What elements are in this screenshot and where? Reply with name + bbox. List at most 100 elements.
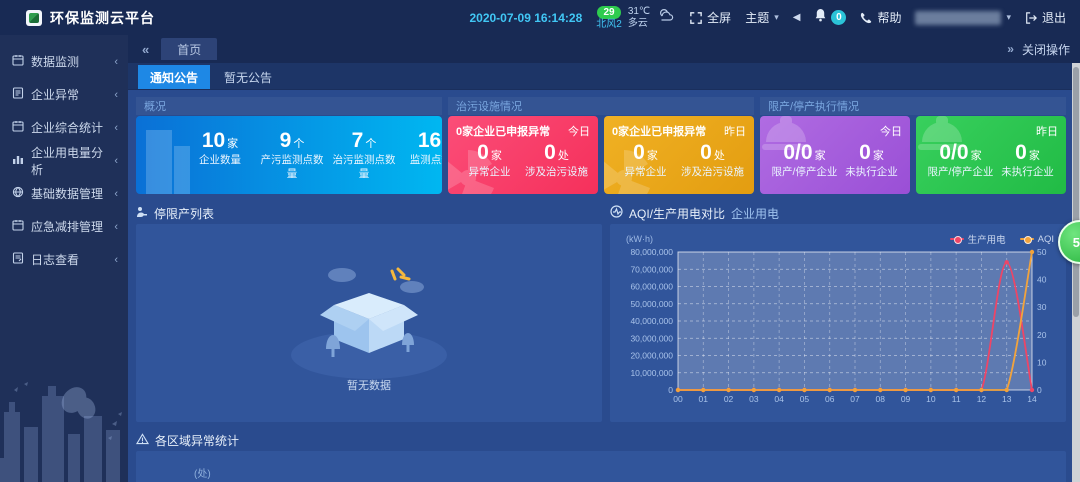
globe-icon: [12, 186, 24, 201]
svg-text:04: 04: [774, 394, 784, 404]
user-menu[interactable]: ▾: [915, 11, 1011, 25]
svg-text:11: 11: [952, 394, 961, 404]
top-header: 环保监测云平台 2020-07-09 16:14:28 29 北风2 31℃ 多…: [0, 0, 1080, 35]
chart-legend: 生产用电 AQI: [950, 232, 1054, 246]
chevron-left-icon: ‹: [114, 221, 118, 233]
svg-text:02: 02: [724, 394, 734, 404]
sidebar: 数据监测‹ 企业异常‹ 企业综合统计‹ 企业用电量分析‹ 基础数据管理‹ 应急减…: [0, 35, 128, 482]
sidebar-item-base-data[interactable]: 基础数据管理‹: [0, 177, 128, 210]
stop-limit-list-body: 暂无数据: [136, 224, 602, 422]
warning-icon: [136, 433, 149, 448]
phone-icon: [860, 12, 872, 24]
chevron-left-icon: ‹: [114, 188, 118, 200]
svg-text:03: 03: [749, 394, 759, 404]
svg-text:06: 06: [825, 394, 835, 404]
logout-icon: [1025, 12, 1037, 24]
empty-text: 暂无数据: [347, 377, 391, 393]
stat-involved-facilities: 0处 涉及治污设施: [523, 141, 590, 179]
tab-no-notice[interactable]: 暂无公告: [212, 65, 284, 89]
svg-text:20: 20: [1037, 330, 1047, 340]
svg-text:40,000,000: 40,000,000: [630, 316, 673, 326]
chevron-left-icon: ‹: [114, 89, 118, 101]
wind-label: 北风2: [596, 19, 622, 30]
stat-limit-stop-enterprises: 0/0家 限产/停产企业: [768, 141, 841, 179]
svg-text:60,000,000: 60,000,000: [630, 282, 673, 292]
collapse-left-icon[interactable]: ◀: [793, 12, 801, 23]
pulse-icon: [610, 205, 623, 221]
chevron-left-icon: ‹: [114, 122, 118, 134]
dashboard-scroll-area: 概况 10家: [128, 90, 1080, 482]
stat-involved-facilities: 0处 涉及治污设施: [679, 141, 746, 179]
aqi-power-chart-panel: AQI/生产用电对比 企业用电 (kW·h) 生产用电: [610, 202, 1066, 422]
help-button[interactable]: 帮助: [860, 9, 901, 26]
chevron-left-icon: ‹: [114, 254, 118, 266]
logo-icon: [26, 10, 42, 26]
svg-text:0: 0: [1037, 385, 1042, 395]
tabs-scroll-right-icon: »: [1007, 42, 1014, 56]
partly-cloudy-icon: [656, 7, 676, 28]
aqi-chart-svg: 010,000,00020,000,00030,000,00040,000,00…: [610, 246, 1066, 414]
svg-text:14: 14: [1027, 394, 1037, 404]
fullscreen-icon: [690, 12, 702, 24]
svg-text:30: 30: [1037, 302, 1047, 312]
stat-not-executed: 0家 未执行企业: [997, 141, 1058, 179]
app-logo: 环保监测云平台: [26, 8, 155, 28]
calendar-icon: [12, 219, 24, 234]
calendar-icon: [12, 120, 24, 135]
sidebar-item-emergency[interactable]: 应急减排管理‹: [0, 210, 128, 243]
notice-tab-bar: 通知公告 暂无公告: [128, 63, 1080, 90]
stat-treatment-points: 7个 治污监测点数量: [328, 129, 400, 180]
sidebar-item-logs[interactable]: 日志查看‹: [0, 243, 128, 276]
svg-text:50,000,000: 50,000,000: [630, 299, 673, 309]
aqi-chart-body: (kW·h) 生产用电 AQI: [610, 224, 1066, 422]
svg-text:20,000,000: 20,000,000: [630, 351, 673, 361]
scrollbar-thumb[interactable]: [1073, 67, 1079, 317]
bar-chart-icon: [12, 153, 24, 168]
treatment-card-today: 0家企业已申报异常今日 0家 异常企业 0处 涉及治污设施: [448, 116, 598, 194]
svg-text:10: 10: [926, 394, 936, 404]
sidebar-item-data-monitor[interactable]: 数据监测‹: [0, 45, 128, 78]
close-operations-button[interactable]: » 关闭操作: [1007, 41, 1070, 58]
legend-marker: [1020, 238, 1034, 240]
fullscreen-button[interactable]: 全屏: [690, 9, 731, 26]
tab-home[interactable]: 首页: [161, 38, 217, 60]
treatment-card-yesterday: 0家企业已申报异常昨日 0家 异常企业 0处 涉及治污设施: [604, 116, 754, 194]
calendar-icon: [12, 54, 24, 69]
panel-title: AQI/生产用电对比: [629, 205, 725, 222]
aqi-pill-badge: 29: [597, 6, 620, 19]
notification-bell[interactable]: 0: [814, 8, 846, 27]
vertical-scrollbar[interactable]: [1072, 63, 1080, 482]
svg-text:10,000,000: 10,000,000: [630, 368, 673, 378]
bell-icon: [814, 8, 827, 27]
stat-enterprise-count: 10家 企业数量: [184, 129, 256, 167]
theme-dropdown[interactable]: 主题 ▾: [745, 9, 779, 26]
stop-limit-list-panel: 停限产列表: [136, 202, 602, 422]
legend-item-power[interactable]: 生产用电: [950, 232, 1006, 246]
sidebar-item-enterprise-stats[interactable]: 企业综合统计‹: [0, 111, 128, 144]
stat-pollution-source-points: 9个 产污监测点数量: [256, 129, 328, 180]
chevron-left-icon: ‹: [114, 155, 118, 167]
tabs-scroll-left-icon[interactable]: «: [138, 42, 153, 57]
enterprise-power-link[interactable]: 企业用电: [731, 205, 779, 222]
report-icon: [12, 87, 24, 102]
tab-notice[interactable]: 通知公告: [138, 65, 210, 89]
svg-text:80,000,000: 80,000,000: [630, 247, 673, 257]
sidebar-item-enterprise-abnormal[interactable]: 企业异常‹: [0, 78, 128, 111]
weather-widget: 29 北风2 31℃ 多云: [596, 6, 676, 30]
svg-text:10: 10: [1037, 357, 1047, 367]
city-skyline-decoration: [0, 372, 128, 482]
user-name-redacted: [915, 11, 1001, 25]
chevron-left-icon: ‹: [114, 56, 118, 68]
svg-text:50: 50: [1037, 247, 1047, 257]
svg-text:08: 08: [876, 394, 886, 404]
log-icon: [12, 252, 24, 267]
notification-count-badge: 0: [831, 10, 846, 25]
logout-button[interactable]: 退出: [1025, 9, 1066, 26]
temperature-label: 31℃: [628, 6, 650, 18]
legend-item-aqi[interactable]: AQI: [1020, 234, 1054, 245]
svg-text:09: 09: [901, 394, 911, 404]
sidebar-item-power-analysis[interactable]: 企业用电量分析‹: [0, 144, 128, 177]
region-axis-unit: (处): [194, 465, 1066, 480]
y-axis-unit-label: (kW·h): [626, 234, 653, 244]
overview-card: 10家 企业数量 9个 产污监测点数量 7个 治污监测点数量: [136, 116, 442, 194]
